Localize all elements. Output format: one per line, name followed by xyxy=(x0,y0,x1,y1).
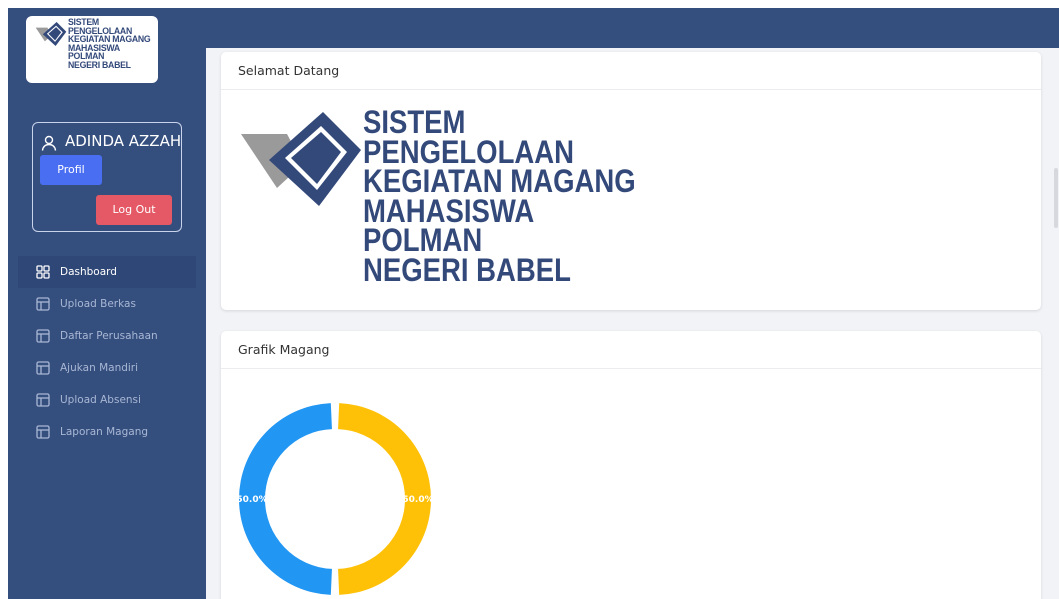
welcome-card-title: Selamat Datang xyxy=(221,52,1041,90)
sidebar-item-label: Upload Absensi xyxy=(60,394,141,406)
user-card: ADINDA AZZAH Profil Log Out xyxy=(32,122,182,232)
sidebar: SISTEM PENGELOLAAN KEGIATAN MAGANG MAHAS… xyxy=(8,8,206,599)
welcome-card: Selamat Datang SISTEM PENGELOLAAN KEGIAT… xyxy=(221,52,1041,310)
donut-chart: 50.0% 50.0% xyxy=(236,403,434,595)
sidebar-item-ajukan-mandiri[interactable]: Ajukan Mandiri xyxy=(18,352,196,384)
table-icon xyxy=(36,425,50,439)
logo-mark-icon xyxy=(35,22,67,46)
user-icon xyxy=(41,135,57,151)
page-scrollbar[interactable] xyxy=(1054,168,1058,228)
sidebar-item-upload-berkas[interactable]: Upload Berkas xyxy=(18,288,196,320)
table-icon xyxy=(36,329,50,343)
table-icon xyxy=(36,361,50,375)
sidebar-item-daftar-perusahaan[interactable]: Daftar Perusahaan xyxy=(18,320,196,352)
sidebar-item-dashboard[interactable]: Dashboard xyxy=(18,256,196,288)
sidebar-item-label: Daftar Perusahaan xyxy=(60,330,158,342)
profile-button[interactable]: Profil xyxy=(40,155,102,185)
table-icon xyxy=(36,393,50,407)
sidebar-item-label: Dashboard xyxy=(60,266,117,278)
table-icon xyxy=(36,297,50,311)
donut-data-label: 50.0% xyxy=(236,495,267,505)
logo-text: SISTEM PENGELOLAAN KEGIATAN MAGANG MAHAS… xyxy=(68,18,151,71)
logout-button[interactable]: Log Out xyxy=(96,195,172,225)
banner-logo-text: SISTEM PENGELOLAAN KEGIATAN MAGANG MAHAS… xyxy=(363,106,636,288)
app-logo[interactable]: SISTEM PENGELOLAAN KEGIATAN MAGANG MAHAS… xyxy=(26,16,158,83)
sidebar-item-laporan-magang[interactable]: Laporan Magang xyxy=(18,416,196,448)
sidebar-nav: Dashboard Upload Berkas Daftar Perusahaa… xyxy=(18,256,196,448)
chart-card-title: Grafik Magang xyxy=(221,331,1041,369)
donut-data-label: 50.0% xyxy=(402,495,433,505)
sidebar-item-label: Laporan Magang xyxy=(60,426,149,438)
sidebar-item-label: Ajukan Mandiri xyxy=(60,362,139,374)
top-bar xyxy=(206,8,1059,48)
chart-card: Grafik Magang 50.0% 50.0% xyxy=(221,331,1041,599)
banner-line: NEGERI BABEL xyxy=(363,251,571,288)
grid-icon xyxy=(36,265,50,279)
logo-line: NEGERI BABEL xyxy=(68,59,131,71)
sidebar-item-label: Upload Berkas xyxy=(60,298,136,310)
sidebar-item-upload-absensi[interactable]: Upload Absensi xyxy=(18,384,196,416)
app-frame: SISTEM PENGELOLAAN KEGIATAN MAGANG MAHAS… xyxy=(8,8,1059,599)
user-name: ADINDA AZZAH xyxy=(65,132,182,150)
logo-mark-icon xyxy=(241,112,361,206)
